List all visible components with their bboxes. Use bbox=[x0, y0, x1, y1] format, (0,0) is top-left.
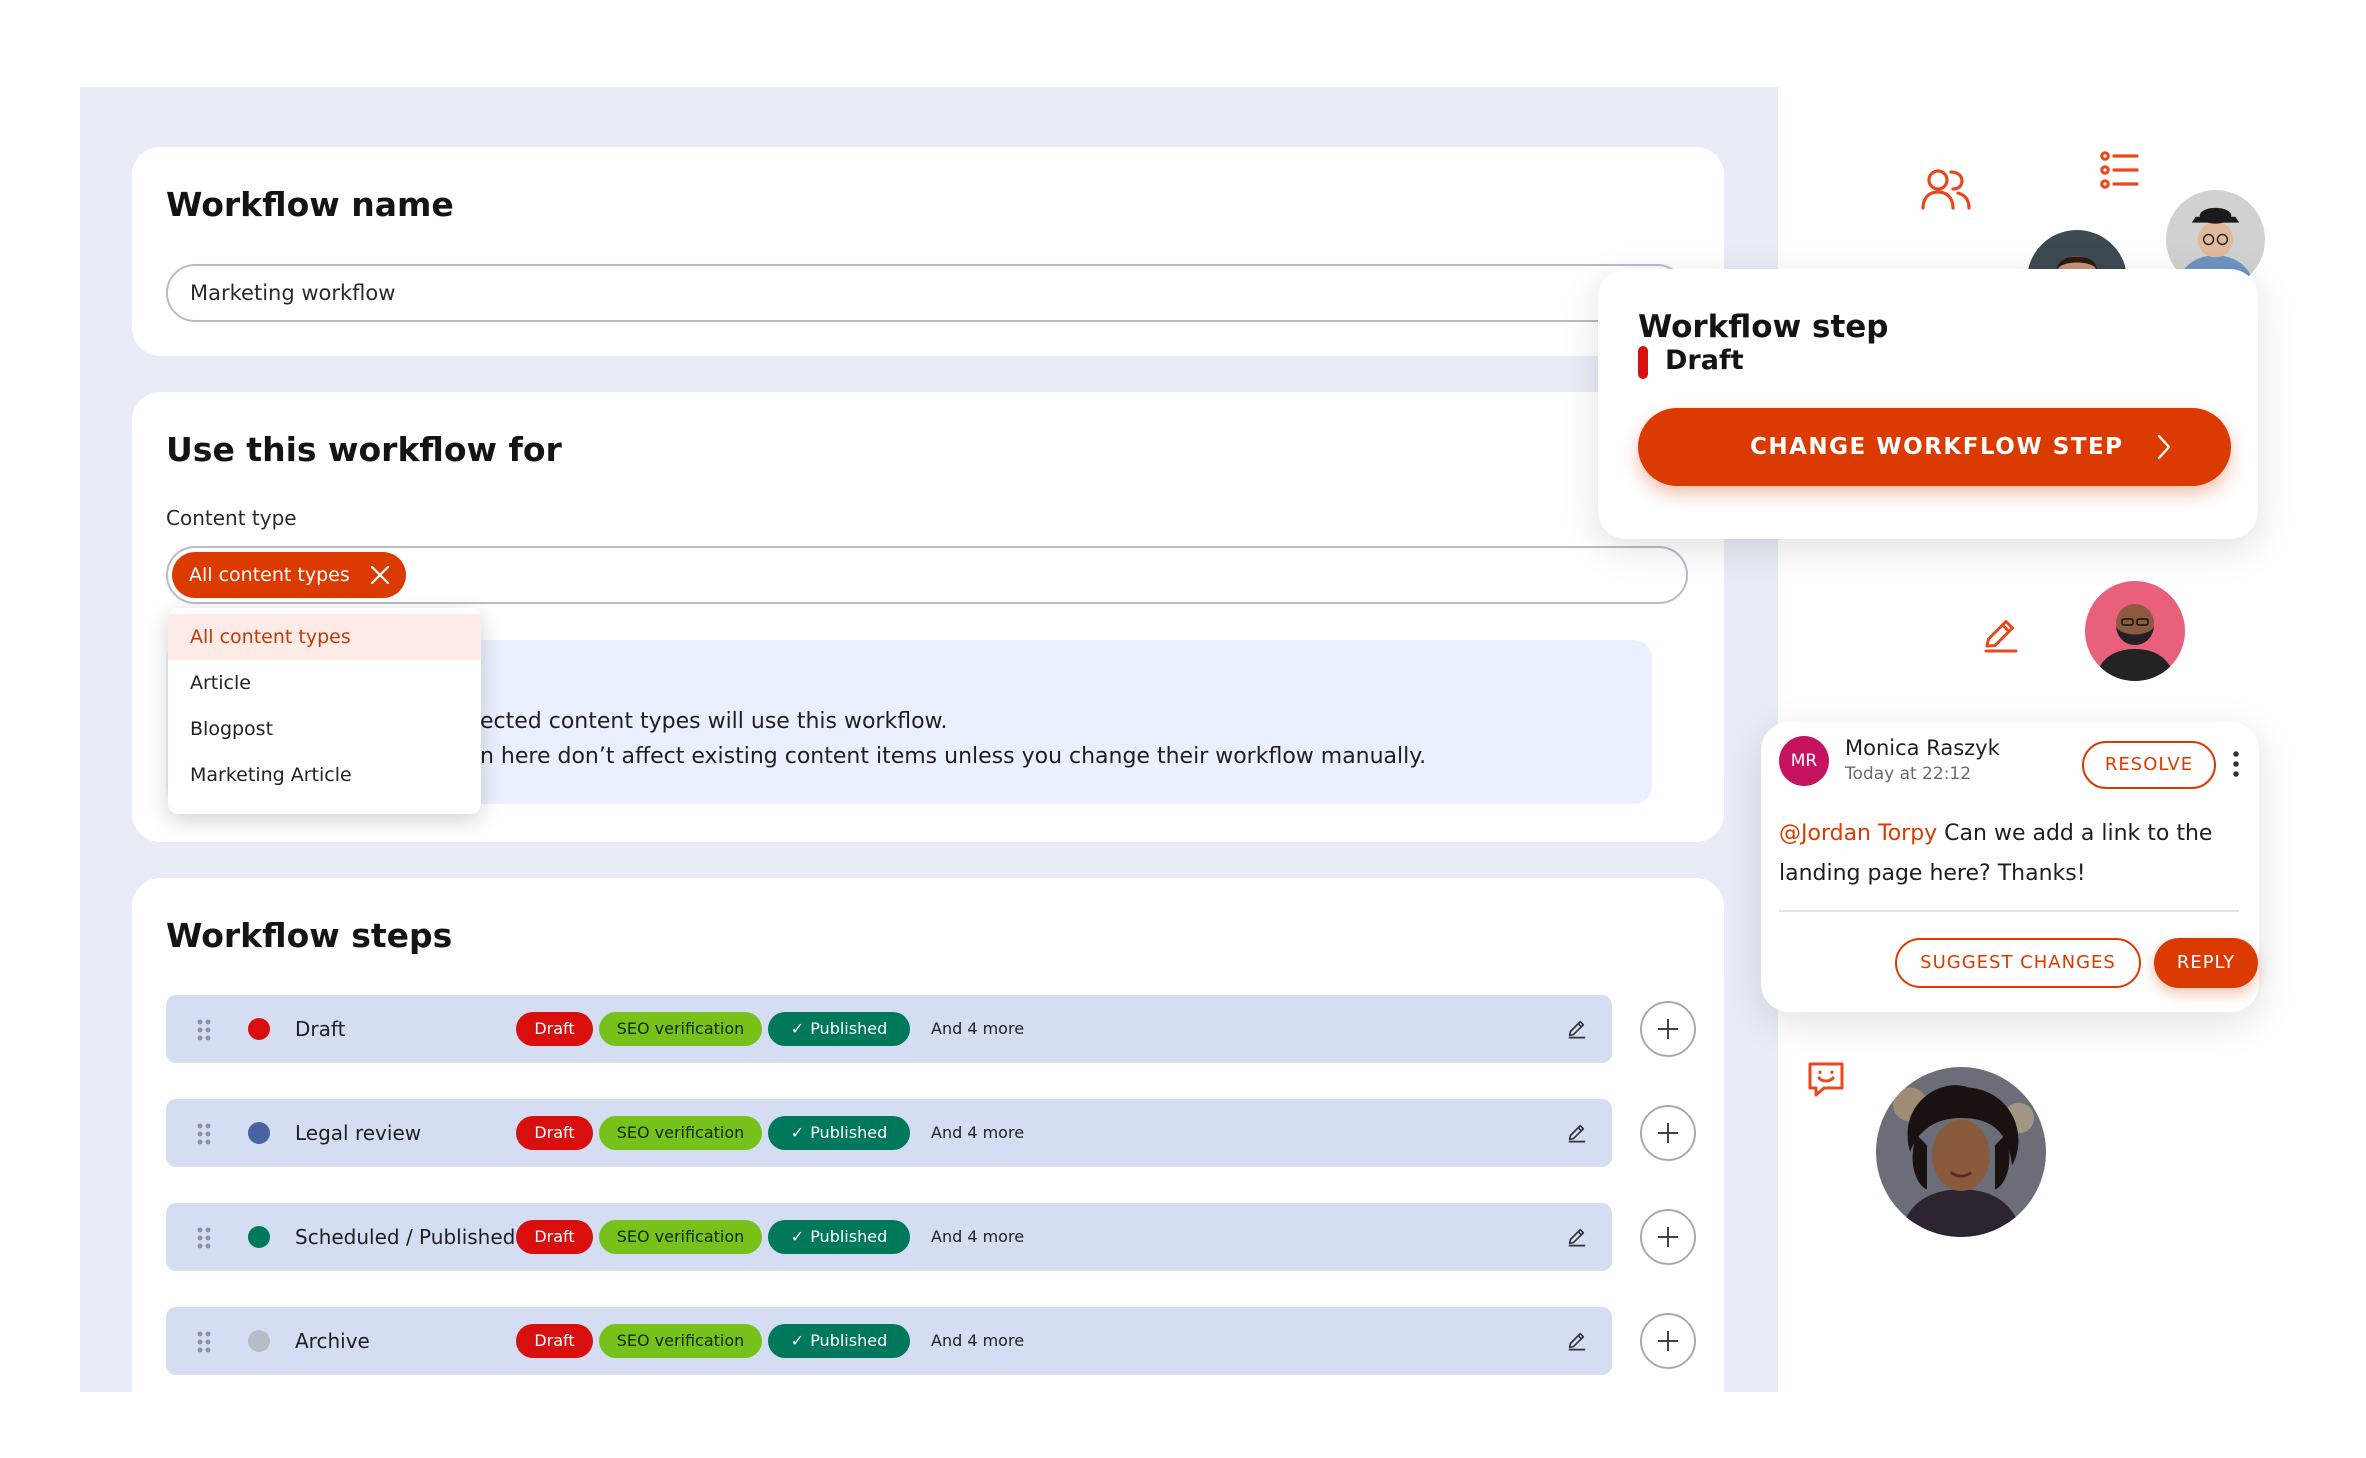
step-name: Draft bbox=[295, 1017, 346, 1041]
chevron-right-icon bbox=[2157, 434, 2171, 460]
tag-published: ✓ Published bbox=[768, 1220, 910, 1254]
comment-card: MR Monica Raszyk Today at 22:12 RESOLVE … bbox=[1761, 722, 2259, 1012]
content-type-chip: All content types bbox=[172, 552, 406, 598]
comment-mention[interactable]: @Jordan Torpy bbox=[1779, 821, 1937, 846]
content-type-label: Content type bbox=[166, 506, 297, 530]
use-workflow-heading: Use this workflow for bbox=[166, 430, 562, 469]
avatar: MR bbox=[1779, 736, 1829, 786]
suggest-changes-button[interactable]: SUGGEST CHANGES bbox=[1895, 938, 2141, 988]
edit-icon[interactable] bbox=[1566, 1121, 1588, 1143]
workflow-steps-heading: Workflow steps bbox=[166, 916, 453, 955]
more-transitions[interactable]: And 4 more bbox=[931, 995, 1024, 1063]
plus-icon[interactable] bbox=[1640, 1105, 1696, 1161]
pencil-icon bbox=[1984, 620, 2018, 653]
workflow-steps-card: Workflow steps Draft Draft SEO verificat… bbox=[132, 878, 1724, 1438]
more-transitions[interactable]: And 4 more bbox=[931, 1307, 1024, 1375]
check-icon: ✓ bbox=[790, 1019, 805, 1038]
users-icon bbox=[1921, 169, 1971, 210]
change-workflow-step-button[interactable]: CHANGE WORKFLOW STEP bbox=[1638, 408, 2231, 486]
check-icon: ✓ bbox=[790, 1227, 805, 1246]
step-color-dot bbox=[248, 1122, 270, 1144]
drag-handle-icon[interactable] bbox=[197, 1019, 211, 1041]
list-icon bbox=[2100, 151, 2139, 189]
dropdown-option-marketing-article[interactable]: Marketing Article bbox=[168, 752, 481, 798]
step-color-dot bbox=[248, 1018, 270, 1040]
dropdown-option-article[interactable]: Article bbox=[168, 660, 481, 706]
comment-timestamp: Today at 22:12 bbox=[1845, 764, 1972, 784]
current-step-name: Draft bbox=[1665, 345, 1744, 376]
user-avatar bbox=[1876, 1067, 2046, 1237]
workflow-step-row[interactable]: Legal review Draft SEO verification ✓ Pub… bbox=[166, 1099, 1612, 1167]
more-vertical-icon[interactable] bbox=[2233, 750, 2239, 778]
step-color-dot bbox=[248, 1330, 270, 1352]
drag-handle-icon[interactable] bbox=[197, 1227, 211, 1249]
step-name: Legal review bbox=[295, 1121, 422, 1145]
tag-seo-verification: SEO verification bbox=[599, 1012, 762, 1046]
step-name: Scheduled / Published bbox=[295, 1225, 516, 1249]
step-color-dot bbox=[248, 1226, 270, 1248]
workflow-name-input[interactable]: Marketing workflow bbox=[166, 264, 1686, 322]
tag-seo-verification: SEO verification bbox=[599, 1324, 762, 1358]
resolve-button[interactable]: RESOLVE bbox=[2082, 741, 2216, 789]
tag-draft: Draft bbox=[516, 1220, 593, 1254]
plus-icon[interactable] bbox=[1640, 1209, 1696, 1265]
tag-published-label: Published bbox=[810, 1227, 888, 1246]
plus-icon[interactable] bbox=[1640, 1313, 1696, 1369]
change-workflow-step-label: CHANGE WORKFLOW STEP bbox=[1750, 434, 2124, 460]
drag-handle-icon[interactable] bbox=[197, 1331, 211, 1353]
tag-published: ✓ Published bbox=[768, 1116, 910, 1150]
edit-icon[interactable] bbox=[1566, 1225, 1588, 1247]
close-icon[interactable] bbox=[368, 563, 392, 587]
dropdown-option-all-content-types[interactable]: All content types bbox=[168, 614, 481, 660]
plus-icon[interactable] bbox=[1640, 1001, 1696, 1057]
check-icon: ✓ bbox=[790, 1331, 805, 1350]
workflow-step-card: Workflow step Draft CHANGE WORKFLOW STEP bbox=[1598, 269, 2258, 539]
chat-smile-icon bbox=[1808, 1062, 1844, 1097]
tag-published-label: Published bbox=[810, 1123, 888, 1142]
tag-seo-verification: SEO verification bbox=[599, 1116, 762, 1150]
workflow-step-row[interactable]: Scheduled / Published Draft SEO verifica… bbox=[166, 1203, 1612, 1271]
info-line-1: ected content types will use this workfl… bbox=[480, 709, 948, 734]
dropdown-option-blogpost[interactable]: Blogpost bbox=[168, 706, 481, 752]
drag-handle-icon[interactable] bbox=[197, 1123, 211, 1145]
step-name: Archive bbox=[295, 1329, 370, 1353]
step-color-indicator bbox=[1638, 346, 1648, 379]
edit-icon[interactable] bbox=[1566, 1017, 1588, 1039]
tag-draft: Draft bbox=[516, 1116, 593, 1150]
workflow-step-row[interactable]: Archive Draft SEO verification ✓ Publishe… bbox=[166, 1307, 1612, 1375]
chip-label: All content types bbox=[189, 564, 350, 586]
tag-published-label: Published bbox=[810, 1019, 888, 1038]
more-transitions[interactable]: And 4 more bbox=[931, 1203, 1024, 1271]
content-type-dropdown: All content types Article Blogpost Marke… bbox=[168, 608, 481, 814]
tag-draft: Draft bbox=[516, 1012, 593, 1046]
tag-draft: Draft bbox=[516, 1324, 593, 1358]
workflow-name-card: Workflow name Marketing workflow bbox=[132, 147, 1724, 356]
tag-published-label: Published bbox=[810, 1331, 888, 1350]
info-line-2: n here don’t affect existing content ite… bbox=[480, 744, 1427, 769]
workflow-step-title: Workflow step bbox=[1638, 309, 1889, 345]
user-avatar bbox=[2085, 581, 2185, 681]
tag-published: ✓ Published bbox=[768, 1324, 910, 1358]
comment-author: Monica Raszyk bbox=[1845, 736, 2000, 760]
reply-button[interactable]: REPLY bbox=[2154, 938, 2258, 988]
edit-icon[interactable] bbox=[1566, 1329, 1588, 1351]
tag-seo-verification: SEO verification bbox=[599, 1220, 762, 1254]
comment-text: @Jordan Torpy Can we add a link to the l… bbox=[1779, 814, 2239, 894]
workflow-name-heading: Workflow name bbox=[166, 185, 454, 224]
content-type-select[interactable]: All content types bbox=[166, 546, 1688, 604]
workflow-step-row[interactable]: Draft Draft SEO verification ✓ Published … bbox=[166, 995, 1612, 1063]
tag-published: ✓ Published bbox=[768, 1012, 910, 1046]
divider bbox=[1779, 910, 2239, 912]
check-icon: ✓ bbox=[790, 1123, 805, 1142]
more-transitions[interactable]: And 4 more bbox=[931, 1099, 1024, 1167]
